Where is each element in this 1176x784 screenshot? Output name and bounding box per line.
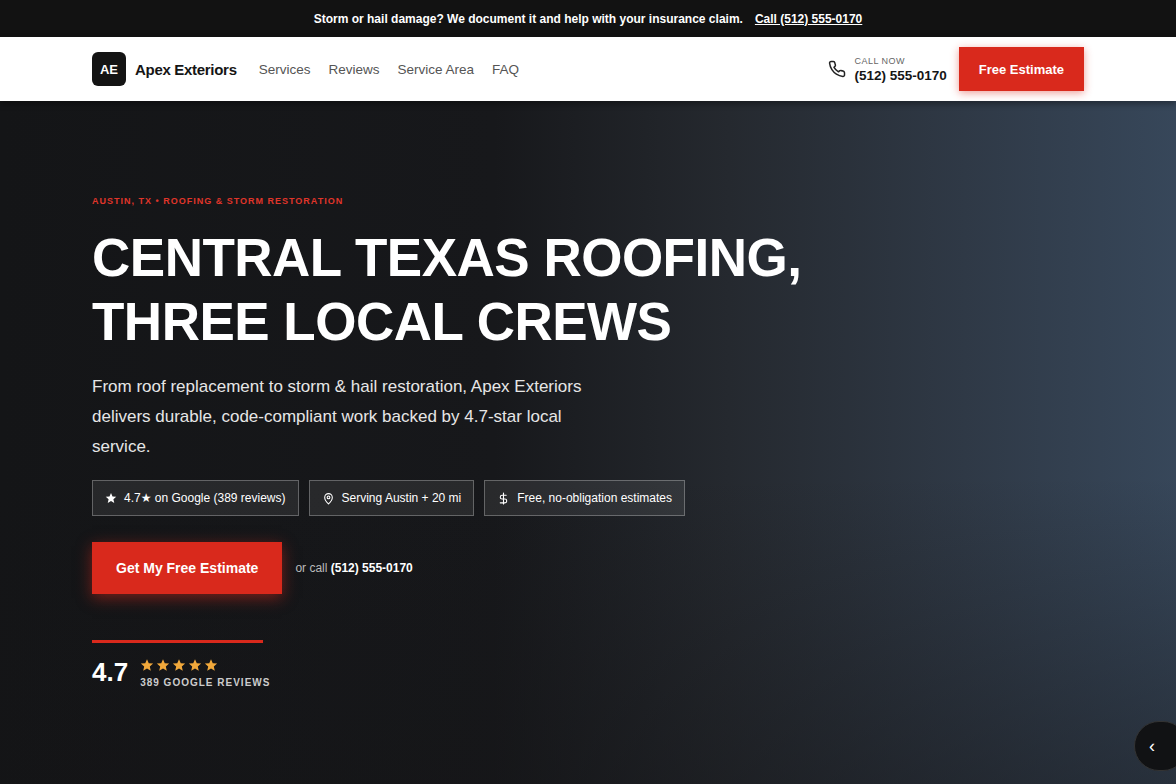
rating-summary: 4.7 389 GOOGLE REVIEWS xyxy=(92,640,1084,688)
nav-item[interactable]: Services xyxy=(259,62,311,77)
badge-label: Free, no-obligation estimates xyxy=(517,491,672,505)
dollar-icon xyxy=(497,492,510,505)
brand[interactable]: AE Apex Exteriors xyxy=(92,52,237,86)
banner-call-link[interactable]: Call (512) 555-0170 xyxy=(755,12,862,26)
rating-label: 389 GOOGLE REVIEWS xyxy=(140,677,270,688)
get-estimate-button[interactable]: Get My Free Estimate xyxy=(92,542,282,594)
free-estimate-button[interactable]: Free Estimate xyxy=(959,47,1084,91)
site-header: AE Apex Exteriors ServicesReviewsService… xyxy=(0,37,1176,101)
hero-eyebrow: AUSTIN, TX • ROOFING & STORM RESTORATION xyxy=(92,196,1084,206)
hero-subtitle: From roof replacement to storm & hail re… xyxy=(92,372,592,462)
main-nav: Services Reviews Service Area FAQ xyxy=(259,62,519,77)
rating-divider xyxy=(92,640,263,643)
badge-label: 4.7★ on Google (389 reviews) xyxy=(124,491,286,505)
page: Storm or hail damage? We document it and… xyxy=(0,0,1176,784)
brand-name: Apex Exteriors xyxy=(135,61,237,78)
nav-item[interactable]: Reviews xyxy=(328,62,379,77)
rating-score: 4.7 xyxy=(92,657,128,688)
star-icon xyxy=(188,658,202,672)
hero-badge: Serving Austin + 20 mi xyxy=(309,480,475,516)
phone-icon xyxy=(828,60,846,78)
star-icon xyxy=(140,658,154,672)
or-call-text: or call (512) 555-0170 xyxy=(295,561,412,575)
hero-badge: Free, no-obligation estimates xyxy=(484,480,685,516)
location-pin-icon xyxy=(322,492,335,505)
logo-mark: AE xyxy=(92,52,126,86)
hero: AUSTIN, TX • ROOFING & STORM RESTORATION… xyxy=(0,101,1176,784)
hero-phone-link[interactable]: (512) 555-0170 xyxy=(331,561,413,575)
hero-title: CENTRAL TEXAS ROOFING, THREE LOCAL CREWS xyxy=(92,226,992,354)
call-label: CALL NOW xyxy=(854,56,946,66)
badge-label: Serving Austin + 20 mi xyxy=(342,491,462,505)
rating-stars xyxy=(140,658,270,672)
star-icon xyxy=(204,658,218,672)
carousel-prev-button[interactable]: ‹ xyxy=(1134,721,1176,771)
badge-row: 4.7★ on Google (389 reviews) Serving Aus… xyxy=(92,480,1084,516)
call-phone: (512) 555-0170 xyxy=(854,68,946,83)
hero-badge: 4.7★ on Google (389 reviews) xyxy=(92,480,299,516)
star-icon xyxy=(105,492,117,504)
header-call[interactable]: CALL NOW (512) 555-0170 xyxy=(828,56,946,83)
star-icon xyxy=(172,658,186,672)
nav-item[interactable]: Service Area xyxy=(397,62,474,77)
banner-text: Storm or hail damage? We document it and… xyxy=(314,12,743,26)
nav-item[interactable]: FAQ xyxy=(492,62,519,77)
star-icon xyxy=(156,658,170,672)
announcement-bar: Storm or hail damage? We document it and… xyxy=(0,0,1176,37)
